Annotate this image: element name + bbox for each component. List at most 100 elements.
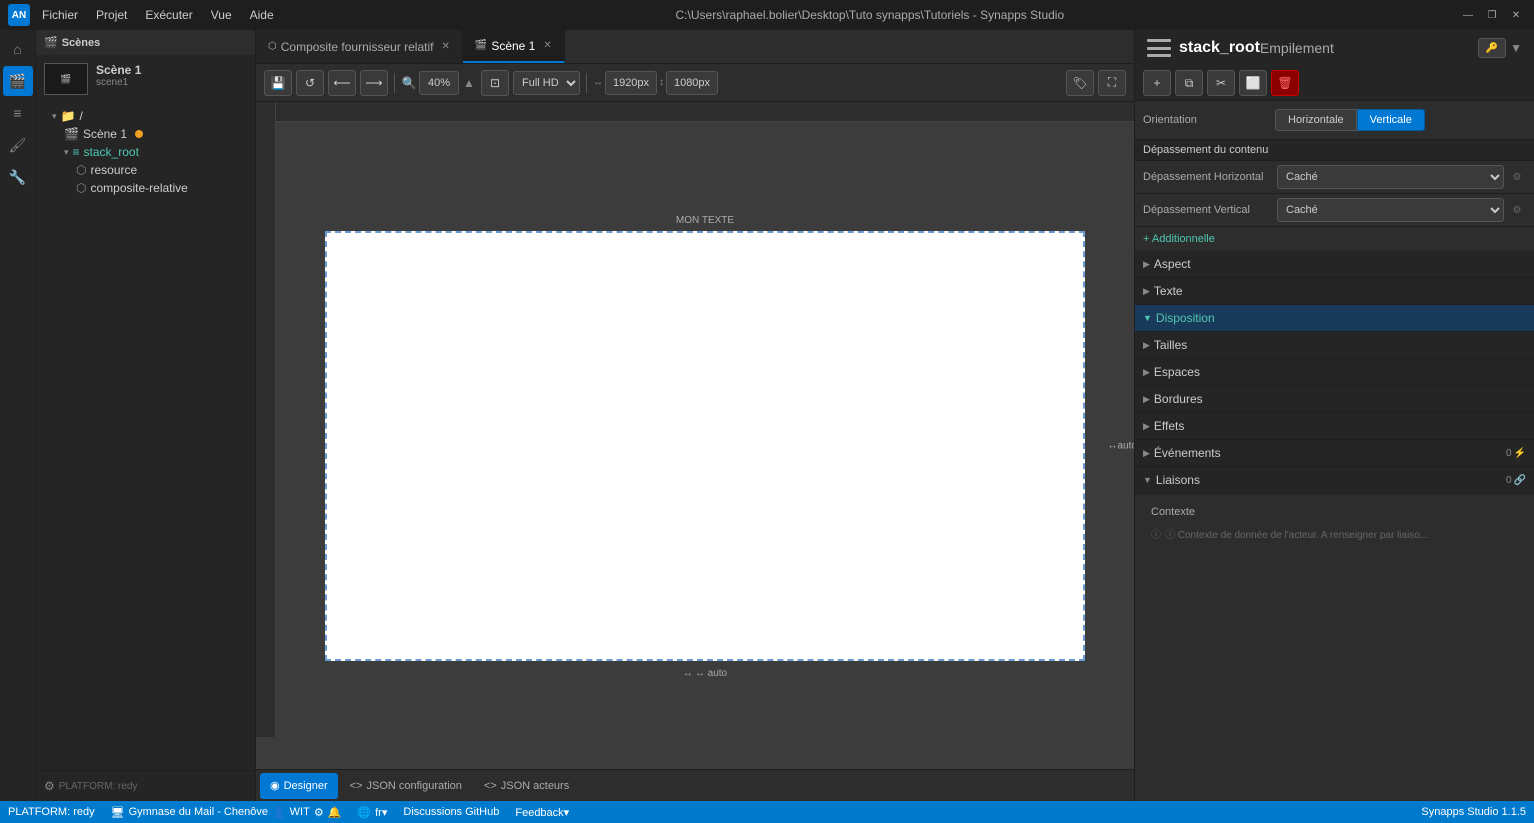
tab-json-acteurs[interactable]: <> JSON acteurs <box>474 773 579 799</box>
section-effets[interactable]: ▶ Effets <box>1135 413 1534 440</box>
link-icon: 🔗 <box>1514 475 1526 486</box>
overflow-horiz-config-icon[interactable]: ⚙ <box>1508 168 1526 186</box>
tree-item-root[interactable]: ▾ 📁 / <box>36 107 255 125</box>
sidebar-icon-brush[interactable]: 🖌 <box>3 130 33 160</box>
sidebar-icon-tools[interactable]: 🔧 <box>3 162 33 192</box>
overflow-vert-config-icon[interactable]: ⚙ <box>1508 201 1526 219</box>
height-input[interactable] <box>666 71 718 95</box>
action-bar: + ⧉ ✂ ⬜ 🗑 <box>1135 66 1534 101</box>
add-button[interactable]: + <box>1143 70 1171 96</box>
tab-composite-close[interactable]: ✕ <box>441 41 449 52</box>
lightning-icon: ⚡ <box>1514 448 1526 459</box>
tab-scene1-label: Scène 1 <box>491 39 535 53</box>
status-lang[interactable]: 🌐 fr▾ <box>357 806 387 819</box>
status-bar: PLATFORM: redy 🖥 Gymnase du Mail - Chenô… <box>0 801 1534 823</box>
overflow-title: Dépassement du contenu <box>1135 140 1534 161</box>
zoom-controls: 🔍 ▲ <box>401 71 477 95</box>
designer-icon: ◉ <box>270 779 280 792</box>
section-evenements[interactable]: ▶ Événements 0 ⚡ <box>1135 440 1534 467</box>
chevron-right-icon: ▶ <box>1143 259 1150 270</box>
tree-item-scene1[interactable]: 🎬 Scène 1 <box>36 125 255 143</box>
expand-icon[interactable]: ▼ <box>1510 41 1522 55</box>
paste-button[interactable]: ⬜ <box>1239 70 1267 96</box>
sidebar-icon-layers[interactable]: ≡ <box>3 98 33 128</box>
copy-button[interactable]: ⧉ <box>1175 70 1203 96</box>
toolbar-separator <box>394 73 395 93</box>
section-tailles[interactable]: ▶ Tailles <box>1135 332 1534 359</box>
overflow-vert-value: Caché Visible Auto <box>1277 198 1504 222</box>
cut-button[interactable]: ✂ <box>1207 70 1235 96</box>
overflow-horiz-select[interactable]: Caché Visible Auto <box>1277 165 1504 189</box>
orient-vertical-button[interactable]: Verticale <box>1357 109 1425 131</box>
menu-fichier[interactable]: Fichier <box>34 6 86 24</box>
menu-projet[interactable]: Projet <box>88 6 135 24</box>
save-button[interactable]: 💾 <box>264 70 292 96</box>
tree-item-composite-relative[interactable]: ⬡ composite-relative <box>36 179 255 197</box>
status-discussions[interactable]: Discussions GitHub <box>403 806 499 818</box>
tab-composite[interactable]: ⬡ Composite fournisseur relatif ✕ <box>256 30 463 63</box>
section-evenements-label: Événements <box>1154 446 1502 460</box>
redo-button-left[interactable]: ⟵ <box>328 70 356 96</box>
tag-button[interactable]: 🏷 <box>1066 70 1094 96</box>
width-arrow-icon: ↔ <box>593 77 603 88</box>
title-path: C:\Users\raphael.bolier\Desktop\Tuto syn… <box>676 8 1065 22</box>
overflow-vert-select[interactable]: Caché Visible Auto <box>1277 198 1504 222</box>
orientation-row: Orientation Horizontale Verticale <box>1135 101 1534 140</box>
window-controls: — ❐ ✕ <box>1458 5 1526 25</box>
tree-item-stack-root[interactable]: ▾ ≡ stack_root <box>36 143 255 161</box>
context-label: Contexte <box>1151 506 1195 518</box>
tree-item-resource[interactable]: ⬡ resource <box>36 161 255 179</box>
bottom-tabs: ◉ Designer <> JSON configuration <> JSON… <box>256 769 1134 801</box>
resolution-select[interactable]: Full HD HD 4K <box>513 71 580 95</box>
ruler-top <box>276 102 1134 122</box>
delete-button[interactable]: 🗑 <box>1271 70 1299 96</box>
menu-vue[interactable]: Vue <box>203 6 240 24</box>
orient-horizontal-button[interactable]: Horizontale <box>1275 109 1357 131</box>
settings-icon[interactable]: ⚙ <box>44 779 55 793</box>
aspect-ratio-button[interactable]: ⊡ <box>481 70 509 96</box>
maximize-button[interactable]: ❐ <box>1482 5 1502 25</box>
sidebar-icon-home[interactable]: ⌂ <box>3 34 33 64</box>
zoom-up-button[interactable]: ▲ <box>461 75 477 91</box>
play-indicator <box>135 127 143 141</box>
chevron-down-icon: ▾ <box>52 111 57 122</box>
minimize-button[interactable]: — <box>1458 5 1478 25</box>
json-acteurs-icon: <> <box>484 780 497 792</box>
sidebar-icon-scenes[interactable]: 🎬 <box>3 66 33 96</box>
section-bordures[interactable]: ▶ Bordures <box>1135 386 1534 413</box>
menu-aide[interactable]: Aide <box>242 6 282 24</box>
menu-executer[interactable]: Exécuter <box>137 6 200 24</box>
section-aspect[interactable]: ▶ Aspect <box>1135 251 1534 278</box>
widget-info: Empilement <box>1260 40 1334 56</box>
tab-designer[interactable]: ◉ Designer <box>260 773 338 799</box>
widget-title: stack_root <box>1147 39 1260 57</box>
section-liaisons[interactable]: ▼ Liaisons 0 🔗 <box>1135 467 1534 494</box>
context-info: ⓘ ⓘ Contexte de donnée de l'acteur. A re… <box>1143 522 1526 545</box>
width-input[interactable] <box>605 71 657 95</box>
redo-button-right[interactable]: ⟶ <box>360 70 388 96</box>
fullscreen-button[interactable]: ⛶ <box>1098 70 1126 96</box>
context-row: Contexte <box>1143 502 1526 522</box>
tab-scene1-close[interactable]: ✕ <box>543 40 551 51</box>
tab-scene1[interactable]: 🎬 Scène 1 ✕ <box>463 30 565 63</box>
header-actions: 🔑 ▼ <box>1478 38 1522 58</box>
tree-label-root: / <box>79 109 82 123</box>
status-feedback[interactable]: Feedback▾ <box>515 806 569 819</box>
height-arrow-icon: ↕ <box>659 77 664 88</box>
tab-json-config[interactable]: <> JSON configuration <box>340 773 472 799</box>
chevron-right-icon: ▶ <box>1143 340 1150 351</box>
tab-json-acteurs-label: JSON acteurs <box>501 780 569 792</box>
zoom-icon: 🔍 <box>401 75 417 91</box>
section-espaces[interactable]: ▶ Espaces <box>1135 359 1534 386</box>
undo-button[interactable]: ↺ <box>296 70 324 96</box>
folder-icon: 📁 <box>61 109 76 123</box>
section-texte[interactable]: ▶ Texte <box>1135 278 1534 305</box>
close-button[interactable]: ✕ <box>1506 5 1526 25</box>
section-disposition[interactable]: ▼ Disposition <box>1135 305 1534 332</box>
key-icon[interactable]: 🔑 <box>1478 38 1506 58</box>
overflow-horiz-row: Dépassement Horizontal Caché Visible Aut… <box>1135 161 1534 194</box>
addl-link[interactable]: + Additionnelle <box>1143 233 1526 245</box>
json-config-icon: <> <box>350 780 363 792</box>
zoom-input[interactable] <box>419 71 459 95</box>
widget-name: stack_root <box>1179 39 1260 57</box>
